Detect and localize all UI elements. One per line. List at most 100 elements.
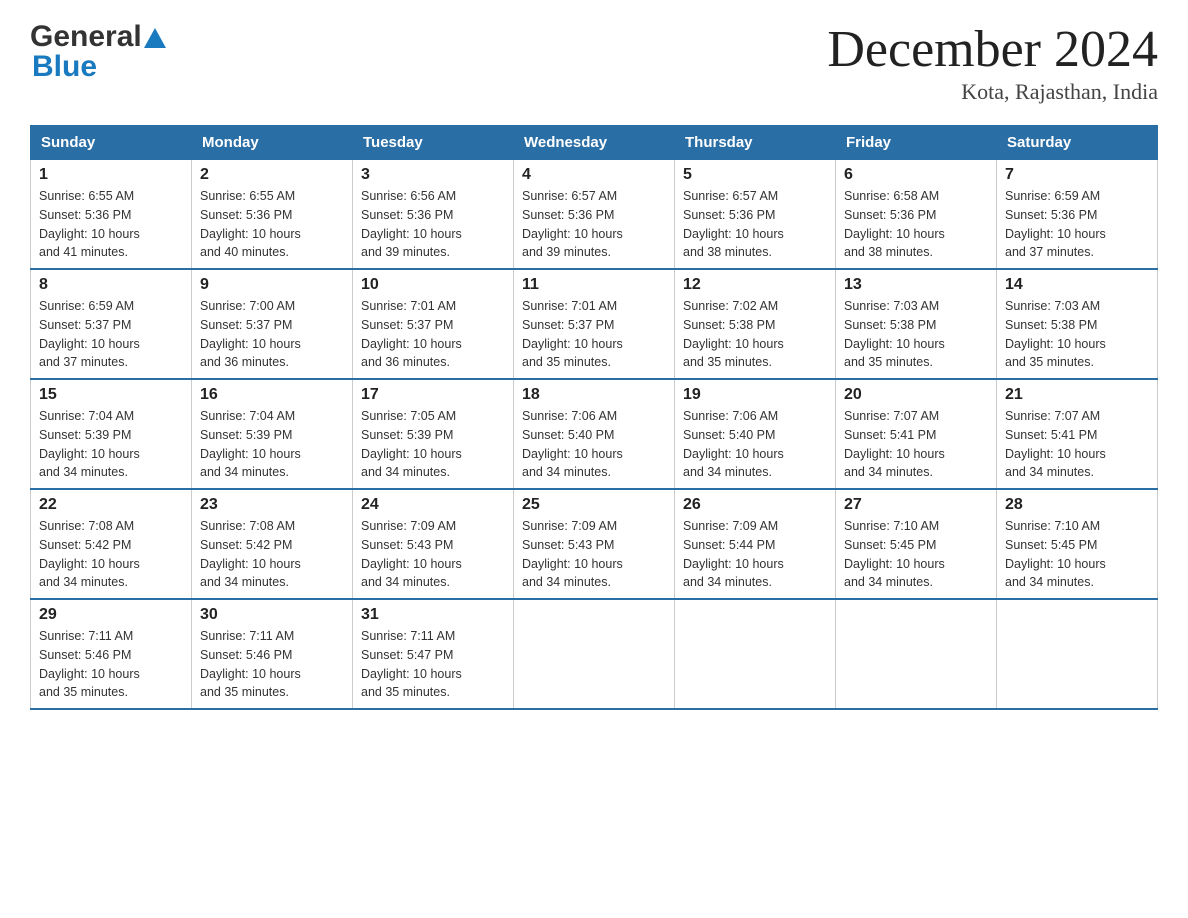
table-row: 29 Sunrise: 7:11 AMSunset: 5:46 PMDayligh…: [31, 599, 192, 709]
table-row: 15Sunrise: 7:04 AMSunset: 5:39 PMDayligh…: [31, 379, 192, 489]
day-info: Sunrise: 7:04 AMSunset: 5:39 PMDaylight:…: [39, 407, 183, 482]
day-info: Sunrise: 6:55 AMSunset: 5:36 PMDaylight:…: [200, 187, 344, 262]
day-info: Sunrise: 7:02 AMSunset: 5:38 PMDaylight:…: [683, 297, 827, 372]
day-info: Sunrise: 7:07 AMSunset: 5:41 PMDaylight:…: [844, 407, 988, 482]
col-wednesday: Wednesday: [514, 126, 675, 160]
table-row: 20 Sunrise: 7:07 AMSunset: 5:41 PMDayligh…: [836, 379, 997, 489]
day-info: Sunrise: 7:07 AMSunset: 5:41 PMDaylight:…: [1005, 407, 1149, 482]
table-row: [836, 599, 997, 709]
logo-blue-text: Blue: [32, 50, 97, 84]
col-tuesday: Tuesday: [353, 126, 514, 160]
title-block: December 2024 Kota, Rajasthan, India: [827, 20, 1158, 105]
table-row: 2 Sunrise: 6:55 AMSunset: 5:36 PMDaylight…: [192, 160, 353, 270]
col-monday: Monday: [192, 126, 353, 160]
day-info: Sunrise: 6:57 AMSunset: 5:36 PMDaylight:…: [522, 187, 666, 262]
table-row: 22Sunrise: 7:08 AMSunset: 5:42 PMDayligh…: [31, 489, 192, 599]
day-info: Sunrise: 7:06 AMSunset: 5:40 PMDaylight:…: [522, 407, 666, 482]
table-row: 26 Sunrise: 7:09 AMSunset: 5:44 PMDayligh…: [675, 489, 836, 599]
table-row: 4Sunrise: 6:57 AMSunset: 5:36 PMDaylight…: [514, 160, 675, 270]
day-number: 8: [39, 276, 183, 294]
table-row: 23 Sunrise: 7:08 AMSunset: 5:42 PMDayligh…: [192, 489, 353, 599]
page-subtitle: Kota, Rajasthan, India: [827, 79, 1158, 105]
logo-triangle-icon: [144, 28, 166, 48]
day-number: 6: [844, 166, 988, 184]
day-info: Sunrise: 7:04 AMSunset: 5:39 PMDaylight:…: [200, 407, 344, 482]
table-row: [675, 599, 836, 709]
table-row: 7 Sunrise: 6:59 AMSunset: 5:36 PMDaylight…: [997, 160, 1158, 270]
day-number: 2: [200, 166, 344, 184]
day-number: 27: [844, 496, 988, 514]
day-number: 3: [361, 166, 505, 184]
day-number: 1: [39, 166, 183, 184]
table-row: [997, 599, 1158, 709]
day-info: Sunrise: 7:03 AMSunset: 5:38 PMDaylight:…: [844, 297, 988, 372]
day-number: 29: [39, 606, 183, 624]
calendar-week-row: 1 Sunrise: 6:55 AMSunset: 5:36 PMDaylight…: [31, 160, 1158, 270]
table-row: 21 Sunrise: 7:07 AMSunset: 5:41 PMDayligh…: [997, 379, 1158, 489]
day-info: Sunrise: 7:10 AMSunset: 5:45 PMDaylight:…: [844, 517, 988, 592]
day-info: Sunrise: 6:57 AMSunset: 5:36 PMDaylight:…: [683, 187, 827, 262]
day-number: 26: [683, 496, 827, 514]
table-row: 19Sunrise: 7:06 AMSunset: 5:40 PMDayligh…: [675, 379, 836, 489]
day-info: Sunrise: 7:10 AMSunset: 5:45 PMDaylight:…: [1005, 517, 1149, 592]
table-row: 24Sunrise: 7:09 AMSunset: 5:43 PMDayligh…: [353, 489, 514, 599]
col-sunday: Sunday: [31, 126, 192, 160]
day-info: Sunrise: 7:03 AMSunset: 5:38 PMDaylight:…: [1005, 297, 1149, 372]
table-row: 3 Sunrise: 6:56 AMSunset: 5:36 PMDaylight…: [353, 160, 514, 270]
day-number: 10: [361, 276, 505, 294]
table-row: 31 Sunrise: 7:11 AMSunset: 5:47 PMDayligh…: [353, 599, 514, 709]
table-row: 14 Sunrise: 7:03 AMSunset: 5:38 PMDayligh…: [997, 269, 1158, 379]
day-info: Sunrise: 6:55 AMSunset: 5:36 PMDaylight:…: [39, 187, 183, 262]
day-info: Sunrise: 7:11 AMSunset: 5:47 PMDaylight:…: [361, 627, 505, 702]
day-number: 31: [361, 606, 505, 624]
table-row: [514, 599, 675, 709]
day-number: 25: [522, 496, 666, 514]
day-info: Sunrise: 7:09 AMSunset: 5:44 PMDaylight:…: [683, 517, 827, 592]
day-number: 20: [844, 386, 988, 404]
table-row: 9Sunrise: 7:00 AMSunset: 5:37 PMDaylight…: [192, 269, 353, 379]
table-row: 13 Sunrise: 7:03 AMSunset: 5:38 PMDayligh…: [836, 269, 997, 379]
table-row: 18Sunrise: 7:06 AMSunset: 5:40 PMDayligh…: [514, 379, 675, 489]
day-info: Sunrise: 6:59 AMSunset: 5:36 PMDaylight:…: [1005, 187, 1149, 262]
table-row: 10Sunrise: 7:01 AMSunset: 5:37 PMDayligh…: [353, 269, 514, 379]
table-row: 1 Sunrise: 6:55 AMSunset: 5:36 PMDaylight…: [31, 160, 192, 270]
day-info: Sunrise: 7:08 AMSunset: 5:42 PMDaylight:…: [39, 517, 183, 592]
table-row: 6Sunrise: 6:58 AMSunset: 5:36 PMDaylight…: [836, 160, 997, 270]
day-info: Sunrise: 7:08 AMSunset: 5:42 PMDaylight:…: [200, 517, 344, 592]
calendar-week-row: 22Sunrise: 7:08 AMSunset: 5:42 PMDayligh…: [31, 489, 1158, 599]
day-number: 21: [1005, 386, 1149, 404]
day-info: Sunrise: 7:01 AMSunset: 5:37 PMDaylight:…: [522, 297, 666, 372]
day-number: 14: [1005, 276, 1149, 294]
col-friday: Friday: [836, 126, 997, 160]
calendar-header-row: Sunday Monday Tuesday Wednesday Thursday…: [31, 126, 1158, 160]
calendar-week-row: 29 Sunrise: 7:11 AMSunset: 5:46 PMDayligh…: [31, 599, 1158, 709]
day-info: Sunrise: 7:11 AMSunset: 5:46 PMDaylight:…: [39, 627, 183, 702]
day-info: Sunrise: 7:06 AMSunset: 5:40 PMDaylight:…: [683, 407, 827, 482]
day-info: Sunrise: 7:09 AMSunset: 5:43 PMDaylight:…: [522, 517, 666, 592]
day-number: 23: [200, 496, 344, 514]
table-row: 17Sunrise: 7:05 AMSunset: 5:39 PMDayligh…: [353, 379, 514, 489]
day-number: 5: [683, 166, 827, 184]
table-row: 25 Sunrise: 7:09 AMSunset: 5:43 PMDayligh…: [514, 489, 675, 599]
page-header: General Blue December 2024 Kota, Rajasth…: [30, 20, 1158, 105]
day-number: 13: [844, 276, 988, 294]
table-row: 16 Sunrise: 7:04 AMSunset: 5:39 PMDayligh…: [192, 379, 353, 489]
day-number: 24: [361, 496, 505, 514]
table-row: 12Sunrise: 7:02 AMSunset: 5:38 PMDayligh…: [675, 269, 836, 379]
day-info: Sunrise: 7:11 AMSunset: 5:46 PMDaylight:…: [200, 627, 344, 702]
day-number: 11: [522, 276, 666, 294]
logo-general-text: General: [30, 20, 142, 54]
page-title: December 2024: [827, 20, 1158, 79]
table-row: 28Sunrise: 7:10 AMSunset: 5:45 PMDayligh…: [997, 489, 1158, 599]
table-row: 27 Sunrise: 7:10 AMSunset: 5:45 PMDayligh…: [836, 489, 997, 599]
day-info: Sunrise: 6:59 AMSunset: 5:37 PMDaylight:…: [39, 297, 183, 372]
calendar-week-row: 15Sunrise: 7:04 AMSunset: 5:39 PMDayligh…: [31, 379, 1158, 489]
col-thursday: Thursday: [675, 126, 836, 160]
calendar-table: Sunday Monday Tuesday Wednesday Thursday…: [30, 125, 1158, 710]
day-number: 16: [200, 386, 344, 404]
day-info: Sunrise: 6:56 AMSunset: 5:36 PMDaylight:…: [361, 187, 505, 262]
day-number: 7: [1005, 166, 1149, 184]
day-number: 17: [361, 386, 505, 404]
table-row: 30Sunrise: 7:11 AMSunset: 5:46 PMDayligh…: [192, 599, 353, 709]
day-info: Sunrise: 7:00 AMSunset: 5:37 PMDaylight:…: [200, 297, 344, 372]
